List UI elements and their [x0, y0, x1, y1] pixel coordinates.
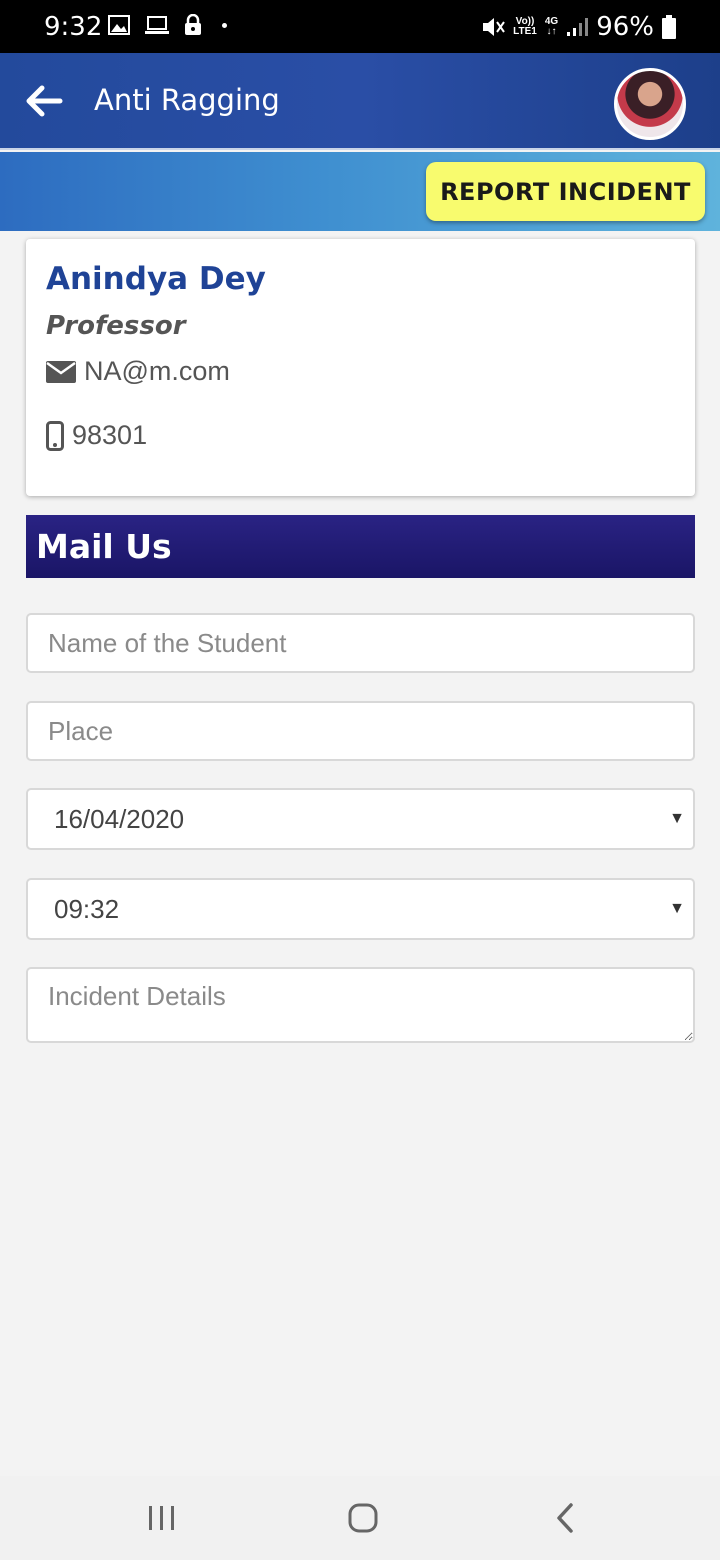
- recents-icon: [149, 1506, 174, 1530]
- status-notification-icons: [108, 14, 227, 36]
- dropdown-arrow-icon: ▼: [669, 810, 685, 827]
- laptop-icon: [145, 16, 169, 34]
- avatar[interactable]: [614, 68, 686, 140]
- lock-icon: [185, 14, 201, 35]
- contact-card: Anindya Dey Professor NA@m.com 98301: [26, 239, 695, 496]
- signal-icon: [567, 18, 589, 36]
- image-icon: [108, 15, 130, 35]
- page-title: Anti Ragging: [94, 83, 280, 117]
- contact-role: Professor: [46, 311, 186, 341]
- status-time: 9:32: [44, 12, 103, 42]
- contact-phone: 98301: [72, 420, 148, 450]
- place-input[interactable]: [26, 701, 695, 761]
- status-bar: 9:32 Vo)) LTE1 4G ↓↑ 96%: [0, 0, 720, 53]
- envelope-icon: [46, 360, 76, 383]
- system-back-button[interactable]: [545, 1498, 585, 1538]
- time-select[interactable]: 09:32 ▼: [26, 878, 695, 940]
- back-button[interactable]: [22, 79, 66, 123]
- incident-details-textarea[interactable]: [26, 967, 695, 1043]
- report-incident-button[interactable]: REPORT INCIDENT: [426, 162, 705, 221]
- mute-icon: [483, 18, 505, 36]
- network-type-label: 4G ↓↑: [544, 16, 559, 37]
- student-name-input[interactable]: [26, 613, 695, 673]
- battery-icon: [662, 15, 676, 39]
- date-select[interactable]: 16/04/2020 ▼: [26, 788, 695, 850]
- mail-us-header: Mail Us: [26, 515, 695, 578]
- contact-phone-row[interactable]: 98301: [46, 420, 147, 451]
- home-icon: [348, 1503, 378, 1533]
- home-button[interactable]: [343, 1498, 383, 1538]
- time-value: 09:32: [54, 893, 120, 924]
- status-system-icons: Vo)) LTE1 4G ↓↑ 96%: [481, 12, 676, 42]
- more-notifications-dot: [222, 22, 227, 28]
- contact-email: NA@m.com: [84, 356, 230, 386]
- contact-email-row[interactable]: NA@m.com: [46, 356, 230, 387]
- network-volte-label: Vo)) LTE1: [513, 16, 537, 37]
- system-nav-bar: [0, 1476, 720, 1560]
- chevron-left-icon: [557, 1503, 573, 1533]
- banner: REPORT INCIDENT: [0, 152, 720, 231]
- battery-percent: 96%: [596, 12, 654, 42]
- recents-button[interactable]: [142, 1498, 182, 1538]
- date-value: 16/04/2020: [54, 803, 185, 834]
- dropdown-arrow-icon: ▼: [669, 900, 685, 917]
- arrow-left-icon: [26, 85, 63, 117]
- contact-name: Anindya Dey: [46, 261, 266, 297]
- mobile-phone-icon: [46, 420, 64, 451]
- app-bar: Anti Ragging: [0, 53, 720, 150]
